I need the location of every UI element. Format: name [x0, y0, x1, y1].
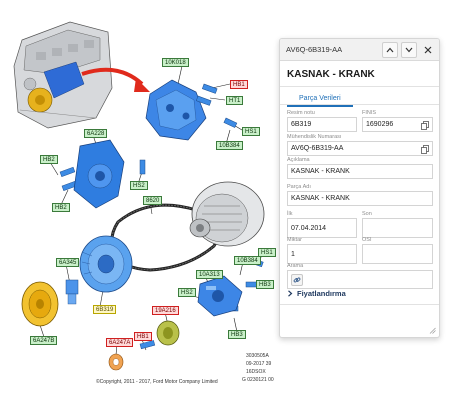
callout-19a216[interactable]: 19A216 [152, 306, 179, 315]
part-title: KASNAK - KRANK [280, 61, 439, 87]
callout-hb2-upper[interactable]: HB2 [40, 155, 58, 164]
callout-hs2-bottom[interactable]: HS2 [178, 288, 196, 297]
ilk-value-box[interactable]: 07.04.2014 [287, 218, 357, 238]
osi-label: OSI [362, 237, 372, 243]
tab-parca-verileri[interactable]: Parça Verileri [287, 91, 353, 107]
callout-hb3-bottom[interactable]: HB3 [228, 330, 246, 339]
callout-10a313[interactable]: 10A313 [196, 270, 223, 279]
muhendislik-value-box[interactable]: AV6Q-6B319-AA [287, 141, 433, 156]
resim-notu-value: 6B319 [291, 121, 312, 128]
copy-icon[interactable] [421, 145, 429, 154]
previous-part-button[interactable] [382, 41, 398, 58]
copyright-text: ©Copyright, 2011 - 2017, Ford Motor Comp… [96, 379, 218, 385]
callout-10k018[interactable]: 10K018 [162, 58, 189, 67]
close-panel-button[interactable] [420, 42, 436, 58]
callout-10b384-top[interactable]: 10B384 [216, 141, 243, 150]
chevron-up-icon [386, 47, 394, 52]
alternator-illustration [189, 181, 265, 247]
callout-hs1-top[interactable]: HS1 [242, 127, 260, 136]
copy-icon[interactable] [421, 121, 429, 130]
son-label: Son [362, 211, 372, 217]
crank-pulley-6b319-illustration [79, 235, 133, 293]
field-parca-adi: Parça Adı KASNAK - KRANK [287, 184, 433, 206]
part-detail-panel: AV6Q-6B319-AA KASNAK - KRANK Parça Veril… [279, 38, 440, 338]
aciklama-value-box[interactable]: KASNAK - KRANK [287, 164, 433, 179]
pricing-section-label: Fiyatlandırma [297, 289, 346, 298]
arama-link-button[interactable] [291, 273, 303, 286]
field-arama: Arama [287, 263, 433, 289]
pricing-section-toggle[interactable]: Fiyatlandırma [287, 289, 346, 298]
idler-pulley-19a216-illustration [156, 320, 180, 346]
parts-diagram: 10K018 HB1 HT1 HS1 10B384 6A228 HB2 HB2 … [0, 0, 280, 403]
arama-label: Arama [287, 263, 304, 269]
field-son: Son [362, 211, 433, 238]
bracket-10k018-illustration [145, 79, 207, 141]
bolt-6a345-illustration [65, 279, 79, 305]
arama-value-box[interactable] [287, 270, 433, 289]
panel-header: AV6Q-6B319-AA [280, 39, 439, 61]
parca-adi-value: KASNAK - KRANK [291, 195, 350, 202]
callout-6b319[interactable]: 6B319 [93, 305, 117, 314]
muhendislik-value: AV6Q-6B319-AA [291, 145, 344, 152]
field-finis: FINIS 1690296 [362, 110, 433, 132]
muhendislik-label: Mühendislik Numarası [287, 134, 342, 140]
parca-adi-label: Parça Adı [287, 184, 311, 190]
drawing-ref-1: 3030505A [246, 353, 269, 359]
field-ilk: İlk 07.04.2014 [287, 211, 357, 238]
washer-6a247a-illustration [108, 353, 124, 371]
aciklama-value: KASNAK - KRANK [291, 168, 350, 175]
field-muhendislik-numarasi: Mühendislik Numarası AV6Q-6B319-AA [287, 134, 433, 156]
callout-6a247b[interactable]: 6A247B [30, 336, 58, 345]
callout-6a345[interactable]: 6A345 [56, 258, 80, 267]
finis-value-box[interactable]: 1690296 [362, 117, 433, 132]
tensioner-10a313-illustration [197, 275, 243, 317]
callout-10b384-bottom[interactable]: 10B384 [234, 256, 261, 265]
engine-block-illustration [13, 21, 113, 129]
resize-grip-icon[interactable] [429, 327, 436, 334]
callout-hb1-top[interactable]: HB1 [230, 80, 248, 89]
link-icon [293, 277, 301, 282]
field-osi: OSI [362, 237, 433, 264]
miktar-value: 1 [291, 250, 295, 258]
callout-8620[interactable]: 8620 [143, 196, 163, 205]
parca-adi-value-box[interactable]: KASNAK - KRANK [287, 191, 433, 206]
callout-ht1[interactable]: HT1 [226, 96, 244, 105]
finis-label: FINIS [362, 110, 377, 116]
callout-hs1-bottom[interactable]: HS1 [258, 248, 276, 257]
callout-hs2-middle[interactable]: HS2 [130, 181, 148, 190]
callout-hb1-bottom[interactable]: HB1 [134, 332, 152, 341]
ilk-value: 07.04.2014 [291, 224, 327, 232]
callout-hb2-lower[interactable]: HB2 [52, 203, 70, 212]
son-value-box[interactable] [362, 218, 433, 238]
drawing-ref-4: G 0230121 00 [242, 377, 274, 383]
red-arrowhead [134, 78, 150, 92]
close-icon [424, 46, 432, 53]
next-part-button[interactable] [401, 41, 417, 58]
resim-notu-value-box[interactable]: 6B319 [287, 117, 357, 132]
resim-notu-label: Resim notu [287, 110, 315, 116]
field-resim-notu: Resim notu 6B319 [287, 110, 357, 132]
callout-6a228[interactable]: 6A228 [84, 129, 108, 138]
miktar-value-box[interactable]: 1 [287, 244, 357, 264]
panel-part-code: AV6Q-6B319-AA [286, 45, 343, 54]
drawing-ref-2: 09-2017 39 [246, 361, 272, 367]
ilk-label: İlk [287, 211, 293, 217]
finis-value: 1690296 [366, 121, 394, 128]
osi-value-box[interactable] [362, 244, 433, 264]
field-miktar: Miktar 1 [287, 237, 357, 264]
drawing-ref-3: 16DSOX [246, 369, 266, 375]
callout-hb3-right[interactable]: HB3 [256, 280, 274, 289]
pump-6a228-illustration [73, 139, 125, 209]
panel-divider [280, 304, 439, 305]
callout-6a247a[interactable]: 6A247A [106, 338, 134, 347]
chevron-right-icon [288, 290, 293, 297]
miktar-label: Miktar [287, 237, 302, 243]
chevron-down-icon [405, 47, 413, 52]
panel-tabs: Parça Verileri [280, 87, 439, 107]
yellow-pulley-illustration [21, 281, 59, 327]
aciklama-label: Açıklama [287, 157, 310, 163]
field-aciklama: Açıklama KASNAK - KRANK [287, 157, 433, 179]
